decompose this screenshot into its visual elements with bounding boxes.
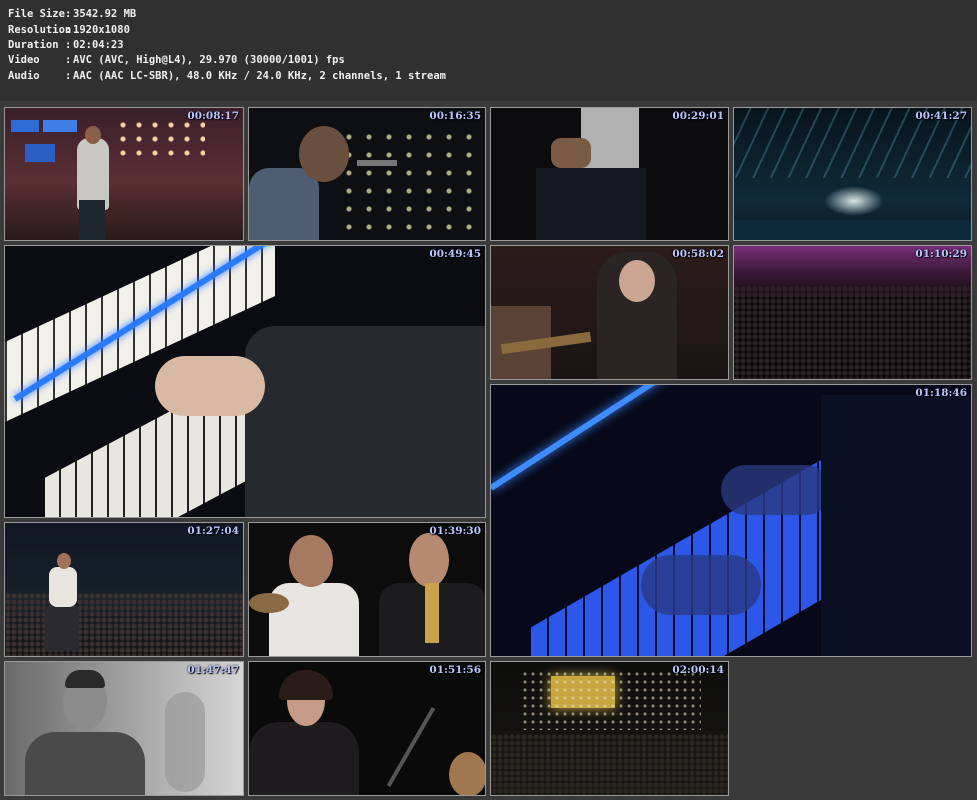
info-separator: : xyxy=(65,24,72,36)
thumbnail[interactable]: 00:16:35 xyxy=(248,107,486,241)
thumbnail[interactable]: 01:47:47 xyxy=(4,661,244,796)
thumbnail[interactable]: 00:08:17 xyxy=(4,107,244,241)
thumbnail[interactable]: 00:29:01 xyxy=(490,107,729,241)
thumbnail[interactable]: 01:10:29 xyxy=(733,245,972,380)
info-key: Resolution xyxy=(8,24,72,36)
info-key: Duration xyxy=(8,39,59,51)
info-separator: : xyxy=(65,39,72,51)
thumbnail[interactable]: 01:39:30 xyxy=(248,522,486,657)
thumbnail-grid: 00:08:17 00:16:35 00:29:01 00:41:27 00:4… xyxy=(0,101,977,800)
info-key: File Size xyxy=(8,8,65,20)
timestamp: 00:16:35 xyxy=(429,110,481,122)
thumbnail[interactable]: 00:49:45 xyxy=(4,245,486,518)
info-separator: : xyxy=(65,8,72,20)
info-separator: : xyxy=(65,54,72,66)
timestamp: 01:47:47 xyxy=(187,664,239,676)
timestamp: 00:58:02 xyxy=(672,248,724,260)
thumbnail[interactable]: 01:18:46 xyxy=(490,384,972,657)
info-key: Video xyxy=(8,54,40,66)
info-value: 3542.92 MB xyxy=(73,8,137,20)
timestamp: 01:18:46 xyxy=(915,387,967,399)
info-value: 1920x1080 xyxy=(73,24,130,36)
thumbnail[interactable]: 01:51:56 xyxy=(248,661,486,796)
timestamp: 00:49:45 xyxy=(429,248,481,260)
timestamp: 00:41:27 xyxy=(915,110,967,122)
thumbnail[interactable]: 00:41:27 xyxy=(733,107,972,241)
info-header: File Size : 3542.92 MB Resolution : 1920… xyxy=(0,0,977,101)
timestamp: 00:08:17 xyxy=(187,110,239,122)
timestamp: 01:27:04 xyxy=(187,525,239,537)
thumbnail[interactable]: 00:58:02 xyxy=(490,245,729,380)
timestamp: 01:51:56 xyxy=(429,664,481,676)
timestamp: 01:10:29 xyxy=(915,248,967,260)
info-key: Audio xyxy=(8,70,40,82)
info-value: AAC (AAC LC-SBR), 48.0 KHz / 24.0 KHz, 2… xyxy=(73,70,446,82)
info-separator: : xyxy=(65,70,72,82)
info-value: 02:04:23 xyxy=(73,39,124,51)
thumbnail[interactable]: 02:00:14 xyxy=(490,661,729,796)
timestamp: 02:00:14 xyxy=(672,664,724,676)
timestamp: 01:39:30 xyxy=(429,525,481,537)
info-value: AVC (AVC, High@L4), 29.970 (30000/1001) … xyxy=(73,54,345,66)
thumbnail[interactable]: 01:27:04 xyxy=(4,522,244,657)
timestamp: 00:29:01 xyxy=(672,110,724,122)
